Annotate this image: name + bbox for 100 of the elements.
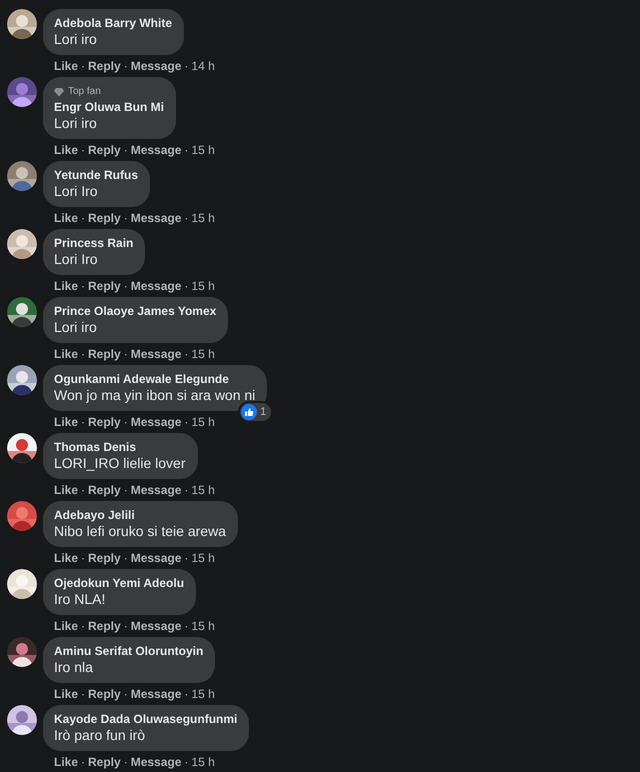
author-name[interactable]: Kayode Dada Oluwasegunfunmi — [54, 712, 238, 727]
action-link[interactable]: Like — [54, 687, 78, 701]
timestamp[interactable]: 15 h — [191, 415, 215, 429]
author-name[interactable]: Princess Rain — [54, 236, 134, 251]
timestamp[interactable]: 15 h — [191, 143, 215, 157]
timestamp[interactable]: 14 h — [191, 59, 215, 73]
action-link[interactable]: Reply — [88, 551, 121, 565]
action-link[interactable]: Like — [54, 143, 78, 157]
separator-dot: · — [124, 619, 128, 633]
action-link[interactable]: Reply — [88, 59, 121, 73]
comment-text: LORI_IRO lielie lover — [54, 455, 186, 472]
separator-dot: · — [81, 551, 86, 565]
comment-text: Irò paro fun irò — [54, 727, 146, 744]
separator-dot: · — [184, 483, 188, 497]
timestamp[interactable]: 15 h — [191, 483, 215, 497]
top-fan-label: Top fan — [68, 85, 101, 99]
separator-dot: · — [124, 59, 128, 73]
author-name[interactable]: Thomas Denis — [54, 440, 186, 455]
action-link[interactable]: Message — [130, 415, 182, 429]
timestamp[interactable]: 15 h — [191, 687, 215, 701]
comment-text: Nibo lefi oruko si teie arewa — [54, 523, 226, 540]
separator-dot: · — [184, 415, 188, 429]
action-link[interactable]: Like — [54, 211, 78, 225]
separator-dot: · — [184, 279, 188, 293]
separator-dot: · — [81, 211, 86, 225]
separator-dot: · — [124, 415, 128, 429]
author-name[interactable]: Adebayo Jelili — [54, 508, 226, 523]
comment-text: Lori iro — [54, 319, 98, 336]
separator-dot: · — [81, 619, 86, 633]
action-link[interactable]: Message — [130, 687, 182, 701]
action-link[interactable]: Reply — [88, 755, 121, 769]
separator-dot: · — [184, 619, 188, 633]
action-link[interactable]: Reply — [88, 211, 121, 225]
comment-text: Lori Iro — [54, 251, 99, 268]
action-link[interactable]: Reply — [88, 143, 121, 157]
action-link[interactable]: Message — [130, 619, 182, 633]
action-link[interactable]: Reply — [88, 619, 121, 633]
action-link[interactable]: Like — [54, 551, 78, 565]
separator-dot: · — [184, 211, 188, 225]
author-name[interactable]: Engr Oluwa Bun Mi — [54, 100, 164, 115]
separator-dot: · — [124, 755, 128, 769]
action-link[interactable]: Message — [130, 59, 182, 73]
action-link[interactable]: Message — [130, 279, 182, 293]
author-name[interactable]: Adebola Barry White — [54, 16, 172, 31]
like-icon — [241, 404, 258, 420]
action-link[interactable]: Like — [54, 619, 78, 633]
separator-dot: · — [184, 687, 188, 701]
separator-dot: · — [81, 347, 86, 361]
comment-text: Lori iro — [54, 31, 98, 48]
separator-dot: · — [81, 755, 86, 769]
action-link[interactable]: Like — [54, 755, 78, 769]
action-link[interactable]: Like — [54, 59, 78, 73]
comment-text: Iro NLA! — [54, 591, 106, 608]
separator-dot: · — [124, 143, 128, 157]
separator-dot: · — [81, 59, 86, 73]
comment-text: Iro nla — [54, 659, 94, 676]
action-link[interactable]: Like — [54, 415, 78, 429]
separator-dot: · — [124, 279, 128, 293]
action-link[interactable]: Like — [54, 483, 78, 497]
action-link[interactable]: Message — [130, 483, 182, 497]
action-link[interactable]: Message — [130, 755, 182, 769]
action-link[interactable]: Reply — [88, 687, 121, 701]
separator-dot: · — [81, 483, 86, 497]
separator-dot: · — [184, 143, 188, 157]
action-link[interactable]: Like — [54, 279, 78, 293]
timestamp[interactable]: 15 h — [191, 619, 215, 633]
author-name[interactable]: Ojedokun Yemi Adeolu — [54, 576, 184, 591]
timestamp[interactable]: 15 h — [191, 755, 215, 769]
timestamp[interactable]: 15 h — [191, 211, 215, 225]
action-link[interactable]: Reply — [88, 347, 121, 361]
separator-dot: · — [124, 347, 128, 361]
separator-dot: · — [81, 687, 86, 701]
timestamp[interactable]: 15 h — [191, 279, 215, 293]
action-link[interactable]: Reply — [88, 279, 121, 293]
author-name[interactable]: Yetunde Rufus — [54, 168, 138, 183]
comment-text: Won jo ma yin ibon si ara won ni — [54, 387, 256, 404]
action-link[interactable]: Reply — [88, 415, 121, 429]
action-link[interactable]: Reply — [88, 483, 121, 497]
timestamp[interactable]: 15 h — [191, 551, 215, 565]
action-link[interactable]: Like — [54, 347, 78, 361]
action-link[interactable]: Message — [130, 551, 182, 565]
timestamp[interactable]: 15 h — [191, 347, 215, 361]
reaction-count[interactable]: 1 — [240, 403, 272, 421]
separator-dot: · — [81, 415, 86, 429]
separator-dot: · — [184, 551, 188, 565]
separator-dot: · — [81, 279, 86, 293]
diamond-icon — [54, 87, 64, 97]
separator-dot: · — [184, 347, 188, 361]
author-name[interactable]: Prince Olaoye James Yomex — [54, 304, 216, 319]
author-name[interactable]: Ogunkanmi Adewale Elegunde — [54, 372, 256, 387]
action-link[interactable]: Message — [130, 143, 182, 157]
separator-dot: · — [81, 143, 86, 157]
separator-dot: · — [184, 59, 188, 73]
action-link[interactable]: Message — [130, 211, 182, 225]
author-name[interactable]: Aminu Serifat Oloruntoyin — [54, 644, 204, 659]
action-link[interactable]: Message — [130, 347, 182, 361]
separator-dot: · — [124, 211, 128, 225]
separator-dot: · — [184, 755, 188, 769]
separator-dot: · — [124, 551, 128, 565]
comment-text: Lori iro — [54, 115, 98, 132]
